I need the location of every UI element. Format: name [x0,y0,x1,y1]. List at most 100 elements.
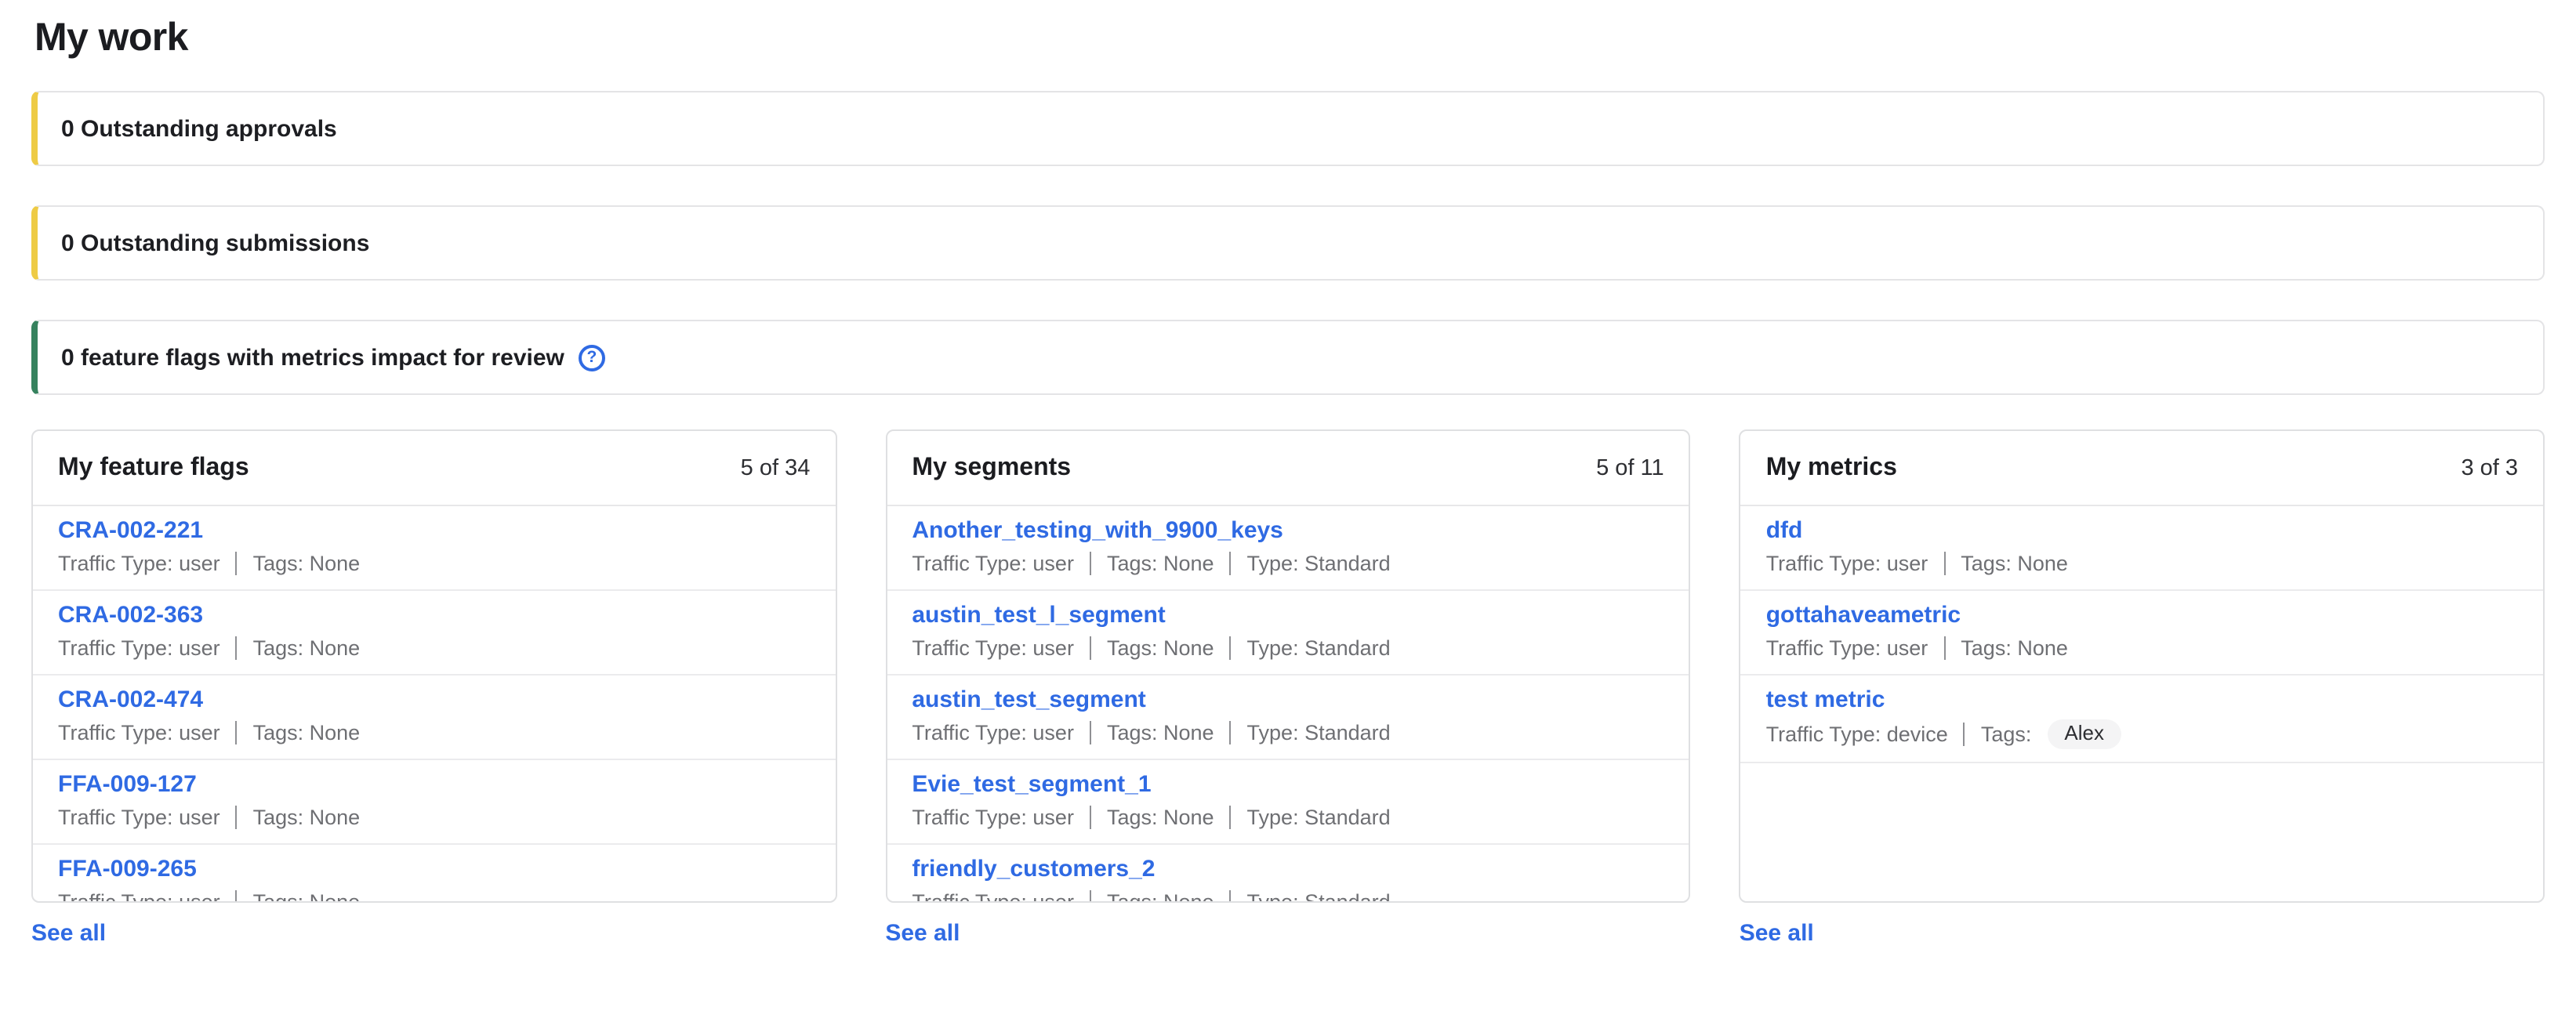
card-header: My feature flags 5 of 34 [33,431,835,506]
divider [236,806,238,829]
traffic-type: Traffic Type: user [58,635,220,661]
banner-text: 0 feature flags with metrics impact for … [61,344,564,371]
row-meta: Traffic Type: user Tags: None [58,804,810,831]
divider [1090,636,1091,660]
metric-row: test metric Traffic Type: device Tags: A… [1741,676,2543,763]
banner-flags-metrics-impact: 0 feature flags with metrics impact for … [31,320,2545,395]
row-meta: Traffic Type: user Tags: None [1766,550,2518,577]
row-meta: Traffic Type: user Tags: None Type: Stan… [912,889,1664,903]
segment-type: Type: Standard [1247,635,1391,661]
card-count: 5 of 11 [1596,455,1664,480]
feature-flag-link[interactable]: CRA-002-221 [58,517,203,544]
divider [236,636,238,660]
segment-row: austin_test_l_segment Traffic Type: user… [887,591,1689,676]
feature-flag-link[interactable]: CRA-002-474 [58,686,203,713]
tags: Tags: None [1107,550,1214,577]
divider [1964,723,1965,746]
divider [236,721,238,744]
traffic-type: Traffic Type: user [58,550,220,577]
tags: Tags: None [1961,635,2068,661]
divider [1090,721,1091,744]
card-header: My segments 5 of 11 [887,431,1689,506]
tags: Tags: None [1107,719,1214,746]
banner-text: 0 Outstanding submissions [61,230,369,256]
segment-type: Type: Standard [1247,889,1391,903]
segment-link[interactable]: Another_testing_with_9900_keys [912,517,1283,544]
feature-flag-link[interactable]: CRA-002-363 [58,602,203,628]
traffic-type: Traffic Type: user [58,889,220,903]
tags: Tags: None [253,550,361,577]
card-title: My segments [912,454,1071,482]
row-meta: Traffic Type: user Tags: None Type: Stan… [912,804,1664,831]
my-work-page: My work 0 Outstanding approvals 0 Outsta… [0,0,2576,1036]
segment-link[interactable]: Evie_test_segment_1 [912,771,1151,798]
feature-flag-row: CRA-002-363 Traffic Type: user Tags: Non… [33,591,835,676]
tags: Tags: None [1107,889,1214,903]
divider [1230,636,1232,660]
segment-link[interactable]: austin_test_segment [912,686,1145,713]
divider [1230,721,1232,744]
tags: Tags: None [1107,635,1214,661]
traffic-type: Traffic Type: user [1766,550,1928,577]
divider [1090,806,1091,829]
help-circle-icon[interactable]: ? [579,344,605,371]
divider [236,552,238,575]
tags: Tags: None [1961,550,2068,577]
divider [1230,890,1232,903]
feature-flag-link[interactable]: FFA-009-265 [58,856,197,882]
metric-link[interactable]: dfd [1766,517,1803,544]
segment-link[interactable]: austin_test_l_segment [912,602,1165,628]
card-my-metrics: My metrics 3 of 3 dfd Traffic Type: user… [1740,429,2545,903]
tags: Tags: None [1107,804,1214,831]
row-meta: Traffic Type: user Tags: None Type: Stan… [912,635,1664,661]
see-all-row: See all See all See all [31,920,2545,948]
row-meta: Traffic Type: user Tags: None Type: Stan… [912,550,1664,577]
row-meta: Traffic Type: user Tags: None Type: Stan… [912,719,1664,746]
row-meta: Traffic Type: user Tags: None [58,719,810,746]
feature-flag-row: CRA-002-221 Traffic Type: user Tags: Non… [33,506,835,591]
traffic-type: Traffic Type: user [912,889,1074,903]
see-all-metrics-link[interactable]: See all [1740,920,1814,947]
tags: Tags: None [253,719,361,746]
row-meta: Traffic Type: user Tags: None [1766,635,2518,661]
divider [1943,636,1945,660]
traffic-type: Traffic Type: device [1766,721,1948,748]
traffic-type: Traffic Type: user [58,804,220,831]
divider [1090,890,1091,903]
divider [1943,552,1945,575]
traffic-type: Traffic Type: user [912,550,1074,577]
segment-row: Another_testing_with_9900_keys Traffic T… [887,506,1689,591]
feature-flag-row: FFA-009-127 Traffic Type: user Tags: Non… [33,760,835,845]
tags-label: Tags: [1981,721,2032,748]
card-title: My metrics [1766,454,1897,482]
metric-row: gottahaveametric Traffic Type: user Tags… [1741,591,2543,676]
feature-flag-link[interactable]: FFA-009-127 [58,771,197,798]
feature-flag-row: CRA-002-474 Traffic Type: user Tags: Non… [33,676,835,760]
row-meta: Traffic Type: user Tags: None [58,889,810,903]
card-my-feature-flags: My feature flags 5 of 34 CRA-002-221 Tra… [31,429,836,903]
tags: Tags: None [253,635,361,661]
segment-type: Type: Standard [1247,804,1391,831]
divider [1230,552,1232,575]
card-header: My metrics 3 of 3 [1741,431,2543,506]
segment-row: Evie_test_segment_1 Traffic Type: user T… [887,760,1689,845]
tag-badge[interactable]: Alex [2047,719,2121,749]
segment-row: friendly_customers_2 Traffic Type: user … [887,845,1689,903]
divider [1090,552,1091,575]
segment-link[interactable]: friendly_customers_2 [912,856,1155,882]
feature-flag-row: FFA-009-265 Traffic Type: user Tags: Non… [33,845,835,903]
page-title: My work [34,16,2545,61]
row-meta: Traffic Type: user Tags: None [58,635,810,661]
tags: Tags: None [253,804,361,831]
see-all-feature-flags-link[interactable]: See all [31,920,106,947]
card-count: 3 of 3 [2461,455,2518,480]
card-my-segments: My segments 5 of 11 Another_testing_with… [885,429,1690,903]
traffic-type: Traffic Type: user [1766,635,1928,661]
segment-row: austin_test_segment Traffic Type: user T… [887,676,1689,760]
banner-text: 0 Outstanding approvals [61,115,337,142]
see-all-segments-link[interactable]: See all [885,920,960,947]
traffic-type: Traffic Type: user [912,719,1074,746]
metric-link[interactable]: test metric [1766,686,1885,713]
metric-link[interactable]: gottahaveametric [1766,602,1961,628]
segment-type: Type: Standard [1247,550,1391,577]
